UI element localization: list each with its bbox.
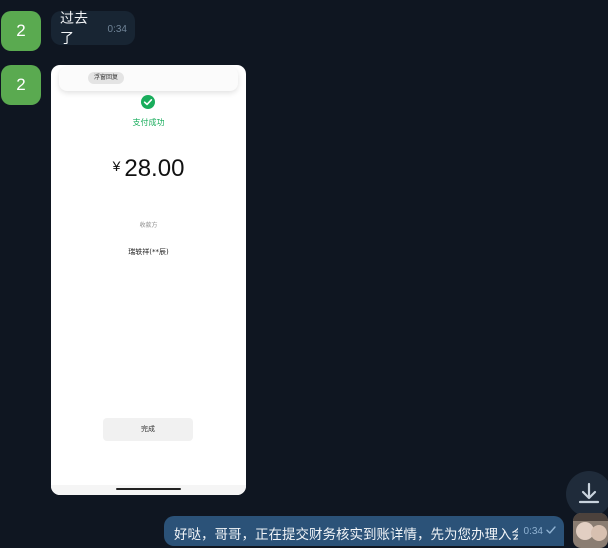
home-indicator — [116, 488, 181, 490]
payment-amount: ¥28.00 — [51, 155, 246, 183]
outgoing-message-time: 0:34 — [523, 526, 543, 537]
sender-avatar[interactable]: 2 — [1, 11, 41, 51]
home-bar — [51, 485, 246, 495]
message-text: 过去了 — [60, 11, 88, 47]
amount-value: 28.00 — [124, 155, 185, 182]
payee-label: 收款方 — [139, 222, 158, 229]
currency-symbol: ¥ — [112, 158, 121, 174]
message-time: 0:34 — [107, 23, 127, 35]
outgoing-message-bubble[interactable]: 好哒，哥哥，正在提交财务核实到账详情，先为您办理入会 0:34 — [164, 516, 564, 546]
done-button: 完成 — [103, 418, 193, 441]
scroll-to-bottom-button[interactable] — [566, 471, 608, 517]
floating-reply-chip: 浮窗回复 — [88, 72, 125, 84]
payee-name: 瑞轶祥(**辰) — [128, 248, 169, 256]
check-circle-icon — [141, 95, 155, 109]
download-arrow-icon — [578, 482, 600, 504]
payment-screenshot-photo[interactable]: 浮窗回复 支付成功 ¥28.00 收款方 瑞轶祥(**辰) 完成 — [51, 65, 246, 495]
user-avatar[interactable] — [573, 513, 608, 548]
user-avatar-image — [573, 513, 608, 548]
floating-window-bar: 浮窗回复 — [59, 67, 238, 91]
message-bubble[interactable]: 过去了 0:34 — [51, 11, 135, 47]
outgoing-message-text: 好哒，哥哥，正在提交财务核实到账详情，先为您办理入会 — [174, 527, 518, 543]
sender-avatar[interactable]: 2 — [1, 65, 41, 105]
payment-status: 支付成功 — [132, 118, 165, 127]
check-icon — [546, 526, 556, 534]
